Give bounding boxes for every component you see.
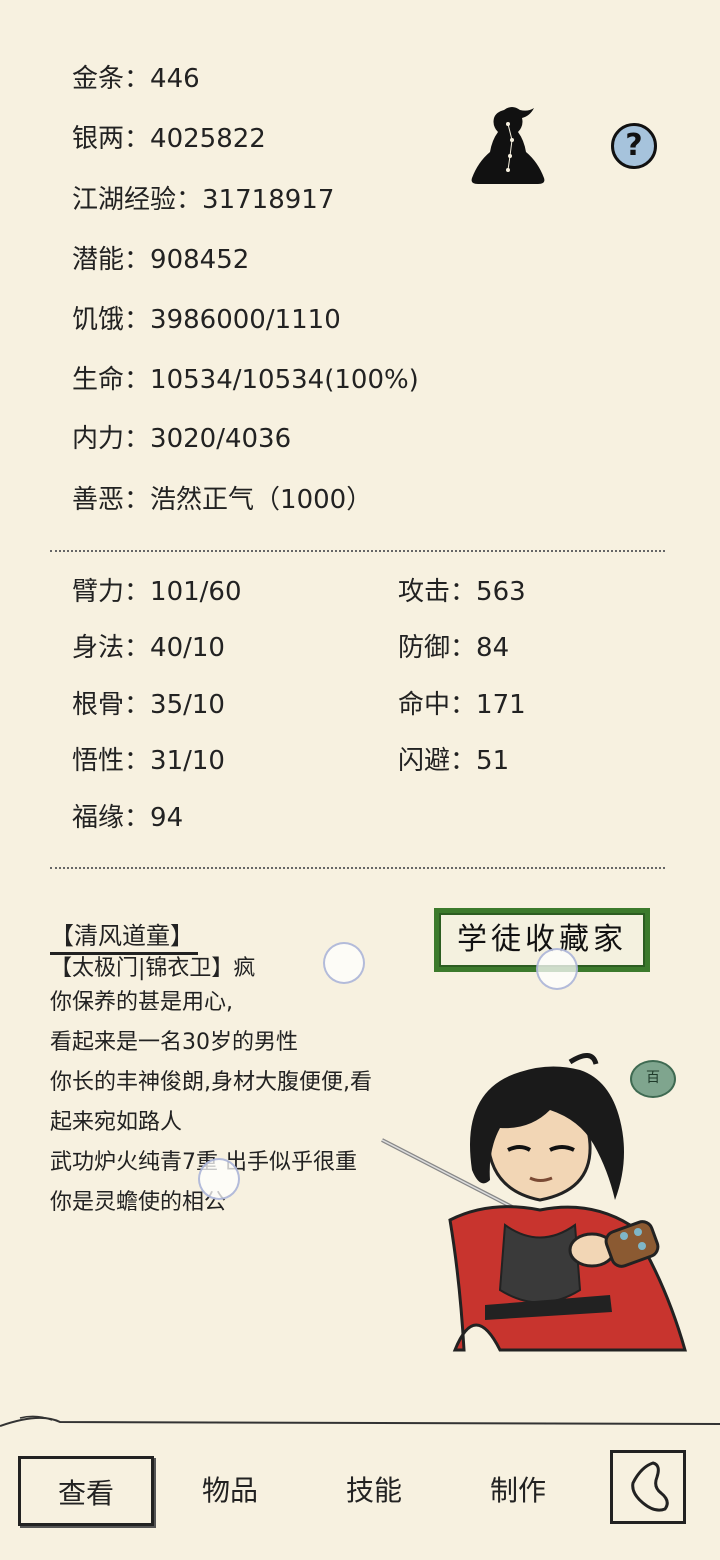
- attr-value: 84: [476, 633, 510, 663]
- touch-indicator: [198, 1158, 240, 1200]
- attr-defense: 防御：84: [398, 630, 509, 666]
- attr-fortune: 福缘：94: [72, 800, 183, 836]
- attr-comprehension: 悟性：31/10: [72, 743, 225, 779]
- stat-value: 浩然正气（1000）: [150, 485, 373, 515]
- tab-craft[interactable]: 制作: [450, 1456, 586, 1526]
- character-portrait: [381, 1053, 687, 1352]
- attr-constitution: 根骨：35/10: [72, 687, 225, 723]
- bio-line: 起来宛如路人: [50, 1110, 183, 1135]
- attr-separator: ：: [450, 746, 477, 776]
- back-arrow-icon: [631, 1461, 669, 1512]
- attr-separator: ：: [124, 690, 151, 720]
- stat-gold-bars: 金条：446: [72, 61, 200, 97]
- attr-value: 171: [476, 690, 526, 720]
- help-button[interactable]: ?: [611, 123, 657, 169]
- stat-value: 3986000/1110: [150, 305, 341, 335]
- stat-potential: 潜能：908452: [72, 242, 249, 278]
- stat-separator: ：: [124, 124, 151, 154]
- attr-label: 防御: [398, 633, 451, 663]
- stat-label: 生命: [72, 365, 125, 395]
- stat-separator: ：: [124, 245, 151, 275]
- stat-value: 446: [150, 64, 200, 94]
- divider: [50, 550, 665, 552]
- stat-separator: ：: [124, 64, 151, 94]
- back-button[interactable]: [610, 1450, 686, 1524]
- stat-hunger: 饥饿：3986000/1110: [72, 302, 341, 338]
- stat-inner-power: 内力：3020/4036: [72, 421, 291, 457]
- attr-agility: 身法：40/10: [72, 630, 225, 666]
- attr-value: 35/10: [150, 690, 225, 720]
- meditation-icon[interactable]: [468, 104, 548, 188]
- attr-value: 563: [476, 577, 526, 607]
- attr-separator: ：: [450, 577, 477, 607]
- stat-separator: ：: [124, 365, 151, 395]
- stat-health: 生命：10534/10534(100%): [72, 362, 419, 398]
- attr-label: 根骨: [72, 690, 125, 720]
- stat-separator: ：: [124, 424, 151, 454]
- attr-label: 攻击: [398, 577, 451, 607]
- bio-line: 看起来是一名30岁的男性: [50, 1030, 298, 1055]
- tab-items[interactable]: 物品: [162, 1456, 298, 1526]
- attr-value: 94: [150, 803, 184, 833]
- attr-dodge: 闪避：51: [398, 743, 509, 779]
- attr-value: 31/10: [150, 746, 225, 776]
- attr-label: 悟性: [72, 746, 125, 776]
- touch-indicator: [536, 948, 578, 990]
- stat-value: 3020/4036: [150, 424, 292, 454]
- stat-label: 江湖经验: [72, 185, 177, 215]
- attr-separator: ：: [124, 803, 151, 833]
- attr-accuracy: 命中：171: [398, 687, 526, 723]
- stat-separator: ：: [176, 185, 203, 215]
- bio-line: 你长的丰神俊朗,身材大腹便便,看: [50, 1070, 372, 1095]
- attr-label: 命中: [398, 690, 451, 720]
- attr-value: 101/60: [150, 577, 242, 607]
- character-info-screen: 金条：446 银两：4025822 江湖经验：31718917 潜能：90845…: [0, 0, 720, 1560]
- attr-strength: 臂力：101/60: [72, 574, 242, 610]
- attr-label: 身法: [72, 633, 125, 663]
- attr-label: 福缘: [72, 803, 125, 833]
- attr-value: 51: [476, 746, 510, 776]
- stat-label: 内力: [72, 424, 125, 454]
- attr-label: 臂力: [72, 577, 125, 607]
- stat-value: 908452: [150, 245, 250, 275]
- attr-separator: ：: [124, 633, 151, 663]
- attr-separator: ：: [450, 690, 477, 720]
- stat-value: 4025822: [150, 124, 266, 154]
- stat-experience: 江湖经验：31718917: [72, 182, 334, 218]
- stat-value: 10534/10534(100%): [150, 365, 419, 395]
- attr-value: 40/10: [150, 633, 225, 663]
- stat-morality: 善恶：浩然正气（1000）: [72, 482, 372, 518]
- stat-label: 善恶: [72, 485, 125, 515]
- stat-silver: 银两：4025822: [72, 121, 266, 157]
- stat-value: 31718917: [202, 185, 335, 215]
- attr-label: 闪避: [398, 746, 451, 776]
- bio-line: 【太极门|锦衣卫】疯: [50, 956, 256, 981]
- attr-separator: ：: [450, 633, 477, 663]
- touch-indicator: [323, 942, 365, 984]
- stat-label: 银两: [72, 124, 125, 154]
- tab-skills[interactable]: 技能: [306, 1456, 442, 1526]
- question-mark-icon: ?: [625, 128, 643, 163]
- stat-label: 潜能: [72, 245, 125, 275]
- attr-attack: 攻击：563: [398, 574, 526, 610]
- stat-label: 金条: [72, 64, 125, 94]
- divider: [50, 867, 665, 869]
- stat-separator: ：: [124, 485, 151, 515]
- stat-label: 饥饿: [72, 305, 125, 335]
- attr-separator: ：: [124, 577, 151, 607]
- bio-line: 你是灵蟾使的相公: [50, 1190, 227, 1215]
- character-title[interactable]: 【清风道童】: [50, 920, 198, 955]
- brush-divider: [0, 1415, 720, 1427]
- stat-separator: ：: [124, 305, 151, 335]
- attr-separator: ：: [124, 746, 151, 776]
- tab-view[interactable]: 查看: [18, 1456, 154, 1526]
- bio-line: 你保养的甚是用心,: [50, 990, 233, 1015]
